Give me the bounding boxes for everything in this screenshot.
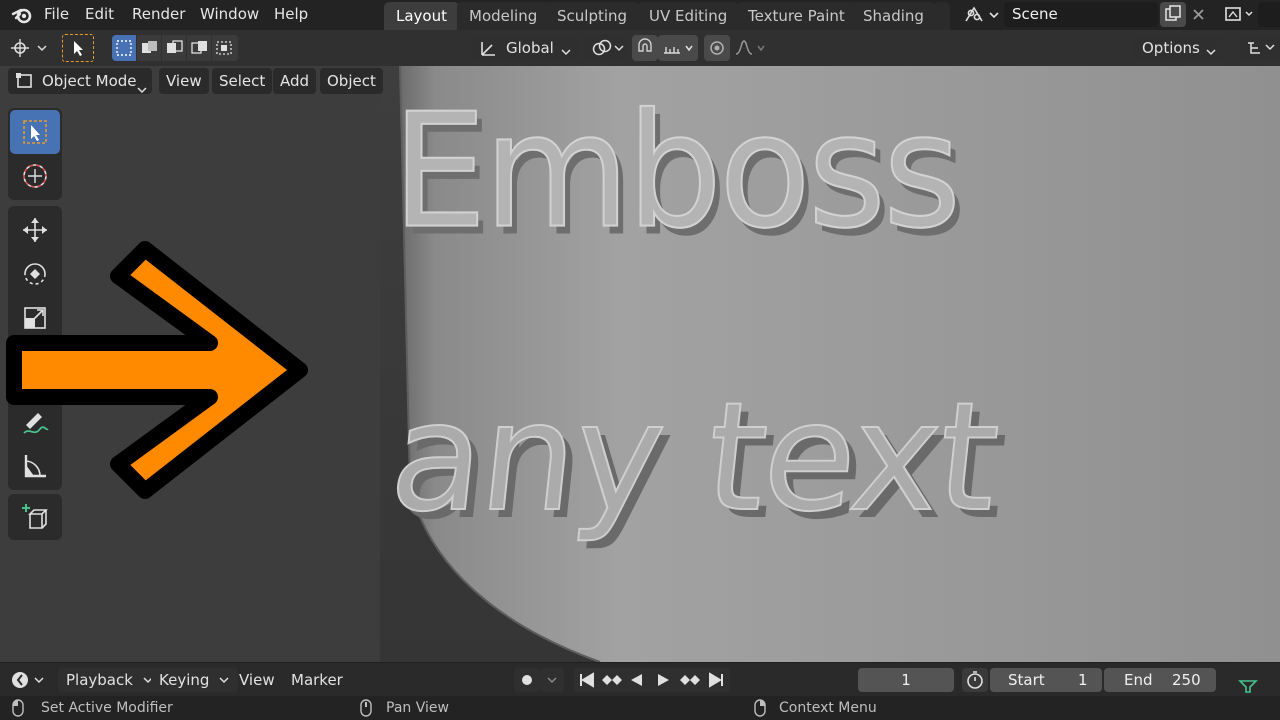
options-dropdown[interactable]: Options	[1133, 35, 1223, 61]
3d-viewport[interactable]: Emboss Emboss any text any text	[380, 66, 1280, 662]
select-box-tool[interactable]	[10, 110, 60, 154]
timeline-keying-menu[interactable]: Keying	[151, 668, 239, 692]
playback-label: Playback	[66, 671, 133, 689]
tab-texture-paint[interactable]: Texture Paint	[736, 2, 857, 30]
orange-arrow-icon	[6, 241, 308, 499]
snap-toggle[interactable]	[632, 35, 658, 61]
frame-start-field[interactable]: Start 1	[990, 668, 1102, 692]
preview-range-toggle[interactable]	[962, 668, 988, 692]
record-icon	[522, 675, 532, 685]
cursor-tool[interactable]	[10, 154, 60, 198]
object-mode-dropdown[interactable]: Object Mode	[8, 68, 152, 94]
current-frame-value: 1	[901, 671, 911, 689]
keying-label: Keying	[159, 671, 210, 689]
pivot-point-dropdown[interactable]	[584, 35, 628, 61]
tab-shading[interactable]: Shading	[851, 2, 936, 30]
scene-name: Scene	[1012, 5, 1058, 23]
frame-start-value: 1	[1078, 671, 1088, 689]
mouse-middle-icon	[358, 699, 374, 717]
scene-selector-icon[interactable]	[962, 3, 1002, 27]
view-layer-field[interactable]	[1258, 2, 1280, 27]
cursor-icon	[23, 164, 47, 188]
proportional-edit-icon	[707, 38, 727, 58]
frame-end-value: 250	[1172, 671, 1201, 689]
transform-orientation-dropdown[interactable]: Global	[472, 35, 578, 61]
playback-controls	[574, 668, 730, 692]
tab-modeling[interactable]: Modeling	[457, 2, 550, 30]
frame-end-label: End	[1124, 671, 1153, 689]
timeline-filter-icon[interactable]	[1236, 675, 1260, 695]
object-mode-icon	[15, 72, 35, 90]
selection-mode-subtract-icon[interactable]	[162, 35, 186, 61]
tool-group-select	[8, 108, 62, 200]
chevron-down-icon	[219, 677, 229, 684]
transform-orientation-label: Global	[506, 39, 554, 57]
current-frame-field[interactable]: 1	[858, 668, 954, 692]
editor-type-icon[interactable]	[8, 36, 50, 60]
selection-mode-invert-icon[interactable]	[187, 35, 211, 61]
timeline-marker-menu[interactable]: Marker	[291, 668, 343, 692]
options-label: Options	[1142, 39, 1200, 57]
tab-sculpting[interactable]: Sculpting	[545, 2, 640, 30]
outliner-icon	[1246, 39, 1278, 57]
viewport-header: Global Options	[0, 30, 1280, 66]
menu-window[interactable]: Window	[200, 4, 259, 24]
select-box-icon	[23, 120, 47, 144]
timeline-view-menu[interactable]: View	[239, 668, 275, 692]
close-scene-icon[interactable]	[1188, 2, 1210, 27]
timeline-header: Playback Keying View Marker 1 Start 1 En…	[0, 662, 1280, 696]
menu-render[interactable]: Render	[132, 4, 185, 24]
menu-add[interactable]: Add	[273, 68, 317, 94]
chevron-down-icon	[560, 43, 572, 56]
frame-start-label: Start	[1008, 671, 1045, 689]
menu-edit[interactable]: Edit	[85, 4, 114, 24]
snap-increment-icon	[661, 38, 697, 58]
tab-layout[interactable]: Layout	[384, 2, 459, 30]
proportional-edit-toggle[interactable]	[704, 35, 730, 61]
selection-mode-new-icon[interactable]	[112, 35, 136, 61]
view-layer-icon[interactable]	[1222, 2, 1258, 27]
magnet-icon	[635, 38, 655, 58]
frame-end-field[interactable]: End 250	[1104, 668, 1216, 692]
mouse-left-icon	[10, 699, 26, 717]
tab-overflow[interactable]	[934, 2, 950, 30]
status-bar: Set Active Modifier Pan View Context Men…	[0, 696, 1280, 720]
status-right-action: Context Menu	[779, 700, 877, 716]
copy-scene-icon[interactable]	[1160, 2, 1186, 27]
menu-object[interactable]: Object	[320, 68, 383, 94]
keying-set-dropdown[interactable]	[540, 668, 564, 692]
top-menu-bar: File Edit Render Window Help Layout Mode…	[0, 0, 1280, 30]
timeline-editor-type-icon[interactable]	[8, 668, 48, 692]
falloff-curve-icon	[733, 38, 769, 58]
proportional-falloff-dropdown[interactable]	[730, 35, 770, 61]
pivot-point-icon	[587, 38, 627, 58]
orientation-icon	[478, 38, 498, 58]
status-left-action: Set Active Modifier	[41, 700, 173, 716]
selection-mode-intersect-icon[interactable]	[212, 35, 238, 61]
mouse-right-icon	[752, 699, 768, 717]
menu-view[interactable]: View	[159, 68, 209, 94]
chevron-down-icon	[547, 677, 557, 684]
any-text: any text	[382, 370, 1006, 546]
auto-keying-toggle[interactable]	[514, 668, 540, 692]
selection-mode-extend-icon[interactable]	[137, 35, 161, 61]
emboss-text: Emboss	[391, 80, 962, 265]
menu-file[interactable]: File	[44, 4, 69, 24]
chevron-down-icon	[1205, 43, 1217, 56]
playback-icons	[580, 672, 723, 688]
tab-uv-editing[interactable]: UV Editing	[637, 2, 740, 30]
select-box-tool-icon[interactable]	[62, 34, 94, 62]
timeline-playback-menu[interactable]: Playback	[58, 668, 162, 692]
object-mode-label: Object Mode	[42, 72, 137, 90]
stopwatch-icon	[967, 671, 983, 689]
sidebar-editor-dropdown[interactable]	[1240, 35, 1280, 61]
scene-name-field[interactable]: Scene	[1004, 2, 1158, 27]
snap-target-dropdown[interactable]	[658, 35, 698, 61]
menu-select[interactable]: Select	[212, 68, 273, 94]
chevron-down-icon	[136, 77, 148, 94]
menu-help[interactable]: Help	[274, 4, 308, 24]
blender-logo-icon[interactable]	[11, 5, 33, 25]
status-middle-action: Pan View	[386, 700, 449, 716]
